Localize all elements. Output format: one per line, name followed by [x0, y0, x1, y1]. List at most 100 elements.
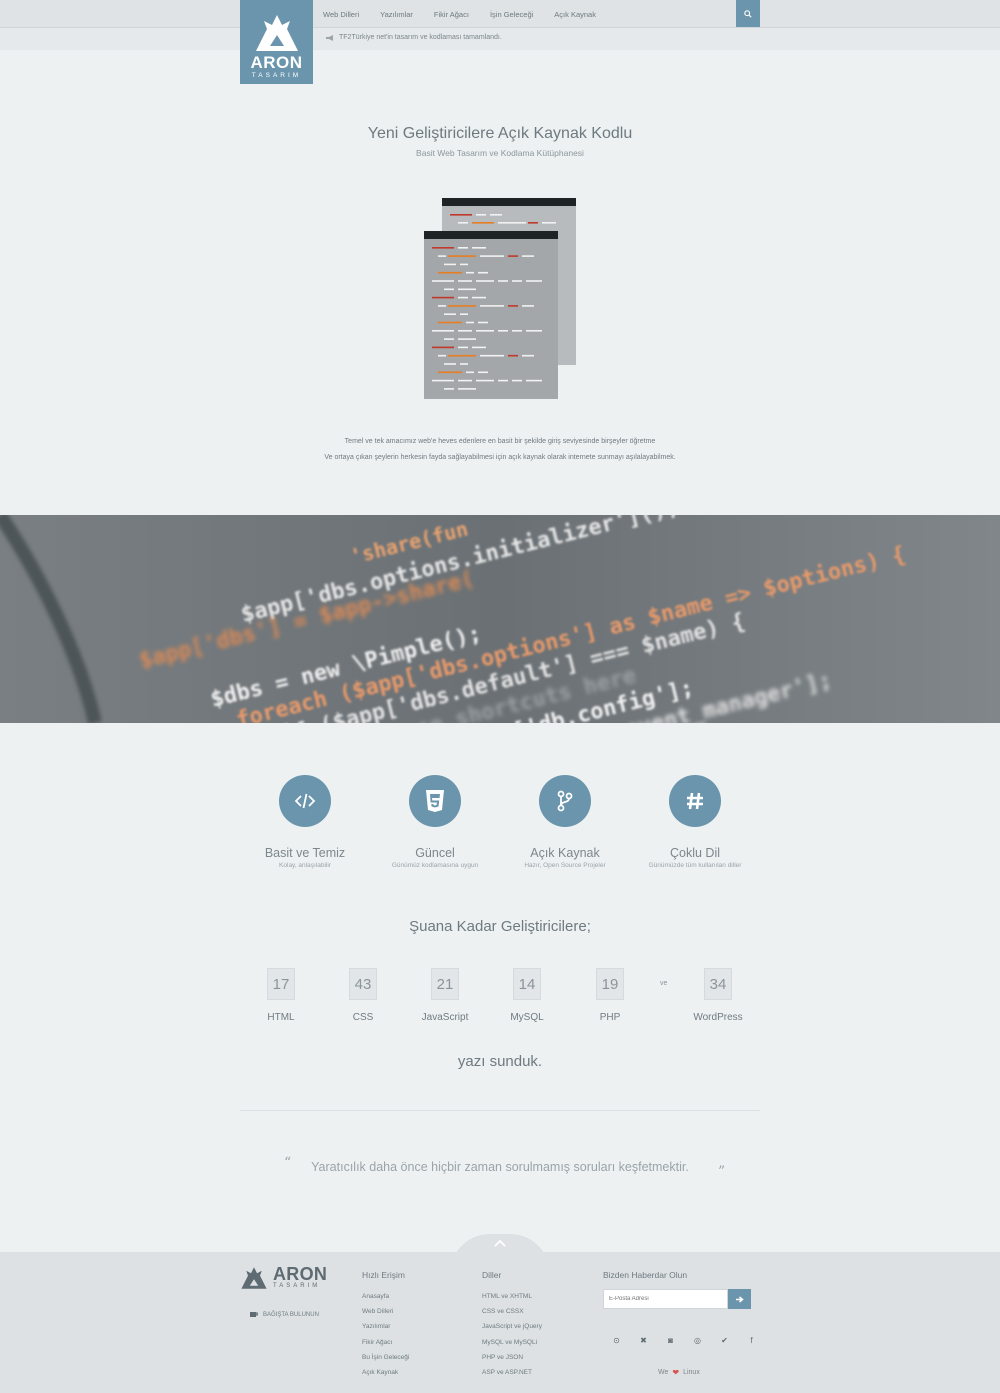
stat-label: HTML [267, 1012, 295, 1023]
site-logo[interactable]: ARON TASARIM [240, 0, 313, 84]
stat-count: 21 [431, 968, 459, 1000]
footer-link-acik-kaynak[interactable]: Açık Kaynak [362, 1365, 409, 1380]
coffee-icon [250, 1312, 258, 1317]
stat-count: 17 [267, 968, 295, 1000]
feature-title: Güncel [415, 846, 455, 860]
we-love-linux: We ❤ Linux [658, 1368, 700, 1377]
git-branch-icon [539, 775, 591, 827]
feature-desc: Günümüzde tüm kullanılan diller [648, 862, 742, 869]
footer-link-mysql[interactable]: MySQL ve MySQLi [482, 1335, 542, 1350]
stat-label: JavaScript [421, 1012, 469, 1023]
hero-subtitle: Basit Web Tasarım ve Kodlama Kütüphanesi [416, 148, 584, 158]
logo-mark-icon [241, 1267, 267, 1289]
stat-css: 43 CSS [323, 968, 403, 1023]
stat-label: MySQL [510, 1012, 544, 1023]
footer-link-isin-gelecegi[interactable]: Bu İşin Geleceği [362, 1350, 409, 1365]
hashtag-icon [669, 775, 721, 827]
chevron-up-icon [494, 1240, 506, 1247]
feature-desc: Hazır, Open Source Projeler [524, 862, 606, 869]
footer-newsletter: Bizden Haberdar Olun [603, 1270, 687, 1289]
footer-link-html[interactable]: HTML ve XHTML [482, 1289, 542, 1304]
newsletter-title: Bizden Haberdar Olun [603, 1270, 688, 1280]
joomla-icon[interactable]: ✖ [630, 1336, 657, 1345]
intro-text: Temel ve tek amacımız web'e heves edenle… [0, 434, 1000, 466]
social-links: ⊙ ✖ ◙ ◎ ✔ f [603, 1336, 765, 1345]
intro-line-1: Temel ve tek amacımız web'e heves edenle… [344, 438, 656, 445]
nav-isin-gelecegi[interactable]: İşin Geleceği [490, 10, 533, 19]
news-ticker[interactable]: TF2Türkiye net'in tasarım ve kodlaması t… [326, 34, 502, 41]
stat-count: 14 [513, 968, 541, 1000]
quote-text: Yaratıcılık daha önce hiçbir zaman sorul… [311, 1160, 689, 1174]
feature-title: Açık Kaynak [530, 846, 600, 860]
feature-acik-kaynak: Açık Kaynak Hazır, Open Source Projeler [500, 775, 630, 869]
stat-count: 19 [596, 968, 624, 1000]
feature-guncel: Güncel Günümüz kodlamasına uygun [370, 775, 500, 869]
github-icon[interactable]: ⊙ [603, 1336, 630, 1345]
footer-link-asp[interactable]: ASP ve ASP.NET [482, 1365, 542, 1380]
feature-title: Basit ve Temiz [264, 846, 346, 860]
stat-php: 19 PHP [570, 968, 650, 1023]
we-label: We [658, 1369, 669, 1376]
feature-coklu-dil: Çoklu Dil Günümüzde tüm kullanılan dille… [630, 775, 760, 869]
stat-label: CSS [352, 1012, 374, 1023]
stat-count: 34 [704, 968, 732, 1000]
nav-web-dilleri[interactable]: Web Dilleri [323, 10, 359, 19]
main-nav: Web Dilleri Yazılımlar Fikir Ağacı İşin … [323, 0, 617, 28]
nav-fikir-agaci[interactable]: Fikir Ağacı [434, 10, 469, 19]
feature-desc: Kolay, anlaşılabilir [279, 862, 331, 869]
stats-outro: yazı sunduk. [457, 1053, 543, 1070]
stat-mysql: 14 MySQL [487, 968, 567, 1023]
search-icon [744, 9, 752, 18]
footer-logo[interactable]: ARON TASARIM [240, 1265, 327, 1290]
nav-yazilimlar[interactable]: Yazılımlar [380, 10, 413, 19]
footer-link-anasayfa[interactable]: Anasayfa [362, 1289, 409, 1304]
section-divider [240, 1110, 760, 1111]
hero-title: Yeni Geliştiricilere Açık Kaynak Kodlu [367, 125, 633, 142]
ticker-text: TF2Türkiye net'in tasarım ve kodlaması t… [339, 34, 502, 41]
twitter-icon[interactable]: ✔ [711, 1336, 738, 1345]
footer-link-yazilimlar[interactable]: Yazılımlar [362, 1319, 409, 1334]
footer-link-javascript[interactable]: JavaScript ve jQuery [482, 1319, 542, 1334]
newsletter-submit-button[interactable] [728, 1289, 751, 1309]
stat-label: WordPress [693, 1012, 743, 1023]
stats-connector: ve [660, 980, 668, 987]
nav-acik-kaynak[interactable]: Açık Kaynak [554, 10, 596, 19]
stats-title: Şuana Kadar Geliştiricilere; [409, 918, 591, 935]
logo-mark-icon [255, 15, 298, 51]
code-icon [279, 775, 331, 827]
heart-icon: ❤ [672, 1368, 680, 1377]
quick-links-title: Hızlı Erişim [362, 1270, 405, 1280]
code-banner-image: 'share(fun $app['dbs.options.initializer… [0, 515, 1000, 723]
footer-link-php[interactable]: PHP ve JSON [482, 1350, 542, 1365]
stat-html: 17 HTML [241, 968, 321, 1023]
intro-line-2: Ve ortaya çıkan şeylerin herkesin fayda … [324, 454, 676, 461]
facebook-icon[interactable]: f [738, 1336, 765, 1345]
code-banner-graphic: 'share(fun $app['dbs.options.initializer… [0, 515, 1000, 723]
languages-title: Diller [482, 1270, 502, 1280]
footer-link-fikir-agaci[interactable]: Fikir Ağacı [362, 1335, 409, 1350]
megaphone-icon [326, 34, 333, 41]
stat-wordpress: 34 WordPress [678, 968, 758, 1023]
logo-sub: TASARIM [251, 72, 302, 79]
footer-link-css[interactable]: CSS ve CSSX [482, 1304, 542, 1319]
footer-brand-sub: TASARIM [273, 1283, 321, 1289]
steam-icon[interactable]: ◙ [657, 1336, 684, 1345]
donate-link[interactable]: BAĞIŞTA BULUNUN [250, 1311, 319, 1318]
stat-javascript: 21 JavaScript [405, 968, 485, 1023]
arrow-right-icon [735, 1295, 744, 1303]
linux-label: Linux [683, 1369, 700, 1376]
newsletter-email-input[interactable] [603, 1289, 728, 1309]
feature-title: Çoklu Dil [669, 846, 720, 860]
quote-close-mark: ” [718, 1164, 726, 1180]
footer-link-web-dilleri[interactable]: Web Dilleri [362, 1304, 409, 1319]
search-button[interactable] [736, 0, 760, 27]
dribbble-icon[interactable]: ◎ [684, 1336, 711, 1345]
donate-label: BAĞIŞTA BULUNUN [263, 1311, 319, 1318]
newsletter-form [603, 1289, 751, 1309]
feature-basit-ve-temiz: Basit ve Temiz Kolay, anlaşılabilir [240, 775, 370, 869]
code-documents-illustration [424, 198, 576, 399]
scroll-top-button[interactable] [450, 1234, 550, 1274]
stat-label: PHP [599, 1012, 621, 1023]
footer-quick-links: Hızlı Erişim Anasayfa Web Dilleri Yazılı… [362, 1270, 409, 1380]
css3-icon [409, 775, 461, 827]
